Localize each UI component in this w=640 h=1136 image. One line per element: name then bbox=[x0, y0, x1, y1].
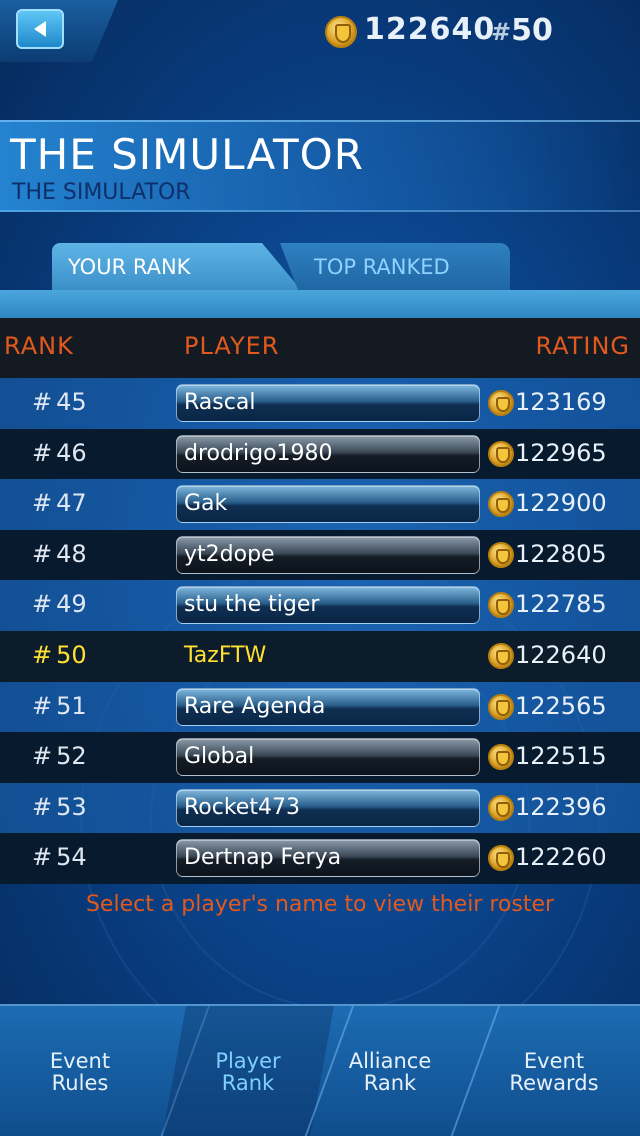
player-name: Gak bbox=[184, 491, 228, 517]
player-name: TazFTW bbox=[184, 642, 267, 668]
player-name-button[interactable]: Global bbox=[176, 738, 480, 777]
tab-top-ranked[interactable]: TOP RANKED bbox=[280, 243, 510, 291]
player-name: Rocket473 bbox=[184, 794, 300, 820]
roster-hint: Select a player's name to view their ros… bbox=[85, 892, 555, 917]
player-name: drodrigo1980 bbox=[184, 440, 333, 466]
player-name-button[interactable]: Dertnap Ferya bbox=[176, 839, 480, 878]
shield-coin-icon bbox=[488, 693, 514, 720]
row-rank: #50 bbox=[32, 640, 87, 669]
nav-player-rank[interactable]: Player Rank bbox=[162, 1006, 334, 1136]
shield-coin-icon bbox=[325, 16, 357, 48]
player-rank: #50 bbox=[491, 13, 553, 48]
shield-coin-icon bbox=[488, 592, 514, 619]
leaderboard-row: #52 Global 122515 bbox=[0, 732, 640, 783]
row-rating: 122900 bbox=[515, 489, 607, 518]
leaderboard-row: #46 drodrigo1980 122965 bbox=[0, 428, 640, 480]
row-rating: 122965 bbox=[515, 438, 607, 467]
player-name-button[interactable]: drodrigo1980 bbox=[176, 434, 480, 473]
player-name: Dertnap Ferya bbox=[184, 845, 342, 871]
row-rating: 122640 bbox=[515, 640, 607, 669]
nav-event-rules[interactable]: Event Rules bbox=[0, 1006, 160, 1136]
tab-your-rank[interactable]: YOUR RANK bbox=[52, 243, 302, 291]
row-rating: 122396 bbox=[515, 792, 607, 821]
leaderboard-row-current-player: #50 TazFTW 122640 bbox=[0, 630, 640, 682]
shield-coin-icon bbox=[488, 491, 514, 518]
shield-coin-icon bbox=[488, 390, 514, 416]
leaderboard-list: #45 Rascal 123169 #46 drodrigo1980 12296… bbox=[0, 378, 640, 884]
leaderboard-row: #49 stu the tiger 122785 bbox=[0, 580, 640, 631]
table-header: RANK PLAYER RATING bbox=[0, 318, 640, 378]
row-rank: #53 bbox=[32, 792, 87, 821]
shield-coin-icon bbox=[488, 440, 514, 467]
rank-hash: # bbox=[491, 18, 512, 46]
row-rating: 122565 bbox=[515, 691, 607, 720]
player-name-button[interactable]: Gak bbox=[176, 485, 480, 524]
row-rank: #54 bbox=[32, 843, 87, 872]
leaderboard-row: #53 Rocket473 122396 bbox=[0, 782, 640, 834]
shield-coin-icon bbox=[488, 794, 514, 821]
row-rank: #45 bbox=[32, 388, 87, 416]
bottom-nav: Event Rules Player Rank Alliance Rank Event… bbox=[0, 1004, 640, 1136]
player-name-button[interactable]: Rocket473 bbox=[176, 788, 480, 827]
row-rating: 122785 bbox=[515, 590, 607, 619]
player-rating: 122640 bbox=[364, 12, 496, 47]
header-rating: RATING bbox=[535, 332, 630, 360]
leaderboard-row: #54 Dertnap Ferya 122260 bbox=[0, 833, 640, 884]
header-player: PLAYER bbox=[184, 332, 280, 360]
player-name: Global bbox=[184, 744, 255, 770]
row-rank: #47 bbox=[32, 489, 87, 518]
shield-coin-icon bbox=[488, 642, 514, 669]
row-rank: #49 bbox=[32, 590, 87, 619]
player-name: stu the tiger bbox=[184, 592, 320, 618]
nav-event-rewards[interactable]: Event Rewards bbox=[474, 1006, 634, 1136]
player-name: Rascal bbox=[184, 390, 256, 415]
player-name: yt2dope bbox=[184, 541, 275, 567]
shield-coin-icon bbox=[488, 744, 514, 771]
leaderboard-row: #45 Rascal 123169 bbox=[0, 378, 640, 429]
row-rank: #48 bbox=[32, 539, 87, 568]
rank-value: 50 bbox=[511, 13, 553, 48]
tab-strip bbox=[0, 290, 640, 318]
row-rank: #46 bbox=[32, 438, 87, 467]
leaderboard-row: #48 yt2dope 122805 bbox=[0, 529, 640, 581]
leaderboard-row: #51 Rare Agenda 122565 bbox=[0, 681, 640, 733]
back-button[interactable] bbox=[16, 9, 64, 49]
row-rating: 122260 bbox=[515, 843, 607, 872]
row-rank: #51 bbox=[32, 691, 87, 720]
leaderboard-row: #47 Gak 122900 bbox=[0, 479, 640, 530]
row-rank: #52 bbox=[32, 742, 87, 771]
row-rating: 123169 bbox=[515, 388, 607, 416]
back-button-frame bbox=[0, 0, 118, 62]
row-rating: 122805 bbox=[515, 539, 607, 568]
player-name-button[interactable]: Rare Agenda bbox=[176, 687, 480, 726]
event-subtitle: THE SIMULATOR bbox=[12, 180, 191, 205]
player-name-button[interactable]: Rascal bbox=[176, 384, 480, 422]
shield-coin-icon bbox=[488, 845, 514, 872]
header-rank: RANK bbox=[4, 332, 74, 360]
nav-alliance-rank[interactable]: Alliance Rank bbox=[316, 1006, 464, 1136]
row-rating: 122515 bbox=[515, 742, 607, 771]
left-arrow-icon bbox=[34, 21, 46, 37]
event-title: THE SIMULATOR bbox=[10, 130, 364, 179]
player-name-button[interactable]: stu the tiger bbox=[176, 586, 480, 625]
shield-coin-icon bbox=[488, 541, 514, 568]
player-name: Rare Agenda bbox=[184, 693, 326, 719]
player-name-button[interactable]: yt2dope bbox=[176, 535, 480, 574]
